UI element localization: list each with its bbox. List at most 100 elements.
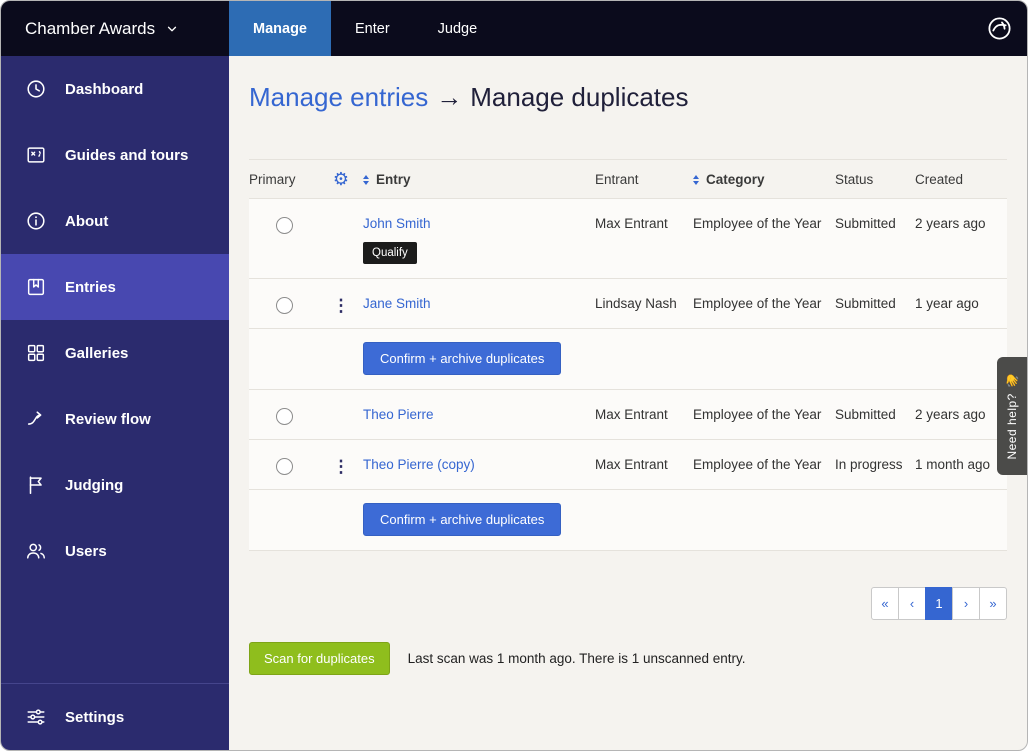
- column-header-primary: Primary: [249, 172, 296, 187]
- entrant-cell: Max Entrant: [595, 406, 668, 422]
- dashboard-icon: [25, 78, 47, 100]
- created-cell: 1 month ago: [915, 456, 991, 472]
- sidebar-item-label: About: [65, 212, 109, 230]
- primary-radio[interactable]: [275, 217, 293, 234]
- sidebar-item-judging[interactable]: Judging: [1, 452, 229, 518]
- pagination-prev[interactable]: ‹: [898, 586, 926, 620]
- breadcrumb-arrow: →: [436, 82, 463, 112]
- sidebar-item-label: Galleries: [65, 344, 129, 362]
- tab-judge[interactable]: Judge: [414, 1, 502, 56]
- created-cell: 2 years ago: [915, 216, 986, 231]
- duplicates-table: Primary ⚙ Entry Entrant Category Status …: [249, 159, 1007, 551]
- status-cell: Submitted: [835, 295, 896, 311]
- need-help-label: Need help?: [1005, 393, 1019, 460]
- category-cell: Employee of the Year: [693, 456, 822, 472]
- sidebar-item-settings[interactable]: Settings: [1, 684, 229, 750]
- sidebar-item-users[interactable]: Users: [1, 518, 229, 584]
- sidebar-item-label: Guides and tours: [65, 146, 189, 164]
- primary-radio[interactable]: [275, 457, 293, 475]
- column-header-status: Status: [835, 172, 874, 187]
- created-cell: 2 years ago: [915, 406, 986, 422]
- table-settings-gear-icon[interactable]: ⚙: [333, 170, 349, 188]
- category-cell: Employee of the Year: [693, 295, 822, 311]
- scan-for-duplicates-button[interactable]: Scan for duplicates: [249, 641, 390, 675]
- entry-link[interactable]: Theo Pierre: [363, 407, 434, 422]
- status-cell: Submitted: [835, 216, 896, 231]
- info-icon: [25, 210, 47, 232]
- grid-icon: [25, 342, 47, 364]
- chevron-down-icon: [167, 26, 177, 31]
- map-icon: [25, 144, 47, 166]
- entry-link[interactable]: John Smith: [363, 216, 431, 231]
- page-title: Manage entries → Manage duplicates: [249, 82, 1007, 113]
- entry-link[interactable]: Theo Pierre (copy): [363, 457, 475, 472]
- flow-arrow-icon: [25, 408, 47, 430]
- sidebar-item-dashboard[interactable]: Dashboard: [1, 56, 229, 122]
- sort-icon: [693, 174, 699, 185]
- pagination-last[interactable]: »: [979, 586, 1007, 620]
- sidebar-item-entries[interactable]: Entries: [1, 254, 229, 320]
- platform-logo-icon[interactable]: [986, 15, 1013, 42]
- pagination-first[interactable]: «: [871, 586, 899, 620]
- wave-emoji-icon: 👋: [1005, 372, 1019, 388]
- sidebar-item-label: Judging: [65, 476, 124, 494]
- row-menu-icon[interactable]: ⋮: [333, 458, 350, 475]
- sidebar-item-label: Entries: [65, 278, 116, 296]
- confirm-archive-button[interactable]: Confirm + archive duplicates: [363, 341, 562, 375]
- brand-menu[interactable]: Chamber Awards: [1, 1, 229, 56]
- column-header-entry[interactable]: Entry: [363, 160, 595, 198]
- app-window: Chamber Awards Manage Enter Judge Dashbo…: [0, 0, 1028, 751]
- entries-award-icon: [25, 276, 47, 298]
- scan-row: Scan for duplicates Last scan was 1 mont…: [249, 641, 1007, 675]
- table-header-row: Primary ⚙ Entry Entrant Category Status …: [249, 160, 1007, 199]
- pagination-next[interactable]: ›: [952, 586, 980, 620]
- sidebar-item-label: Settings: [65, 708, 125, 726]
- main-content: Manage entries → Manage duplicates Primary…: [229, 56, 1027, 750]
- entry-link[interactable]: Jane Smith: [363, 296, 431, 311]
- sidebar: Dashboard Guides and tours About Entries…: [1, 56, 229, 750]
- group-action-row: Confirm + archive duplicates: [249, 489, 1007, 551]
- sidebar-item-label: Users: [65, 542, 107, 560]
- column-header-category[interactable]: Category: [693, 160, 835, 198]
- row-menu-icon[interactable]: ⋮: [333, 297, 350, 314]
- breadcrumb-manage-entries-link[interactable]: Manage entries: [249, 82, 428, 112]
- qualify-badge: Qualify: [363, 241, 417, 264]
- flag-icon: [25, 474, 47, 496]
- tab-enter[interactable]: Enter: [331, 1, 414, 56]
- table-row: ⋮ Jane Smith Lindsay Nash Employee of th…: [249, 278, 1007, 329]
- sidebar-item-review-flow[interactable]: Review flow: [1, 386, 229, 452]
- top-nav: Manage Enter Judge: [229, 1, 501, 56]
- sort-icon: [363, 174, 369, 185]
- table-row: ⋮ Theo Pierre (copy) Max Entrant Employe…: [249, 439, 1007, 490]
- pagination: « ‹ 1 › »: [249, 586, 1007, 620]
- sidebar-nav: Dashboard Guides and tours About Entries…: [1, 56, 229, 683]
- status-cell: Submitted: [835, 406, 896, 422]
- primary-radio[interactable]: [275, 296, 293, 314]
- scan-status-text: Last scan was 1 month ago. There is 1 un…: [407, 650, 746, 666]
- table-row: Theo Pierre Max Entrant Employee of the …: [249, 389, 1007, 440]
- pagination-page-1[interactable]: 1: [925, 586, 953, 620]
- brand-title: Chamber Awards: [25, 18, 156, 38]
- created-cell: 1 year ago: [915, 295, 979, 311]
- entrant-cell: Max Entrant: [595, 456, 668, 472]
- sidebar-item-label: Review flow: [65, 410, 151, 428]
- status-cell: In progress: [835, 456, 903, 472]
- sidebar-item-label: Dashboard: [65, 80, 144, 98]
- sidebar-item-guides[interactable]: Guides and tours: [1, 122, 229, 188]
- category-cell: Employee of the Year: [693, 406, 822, 422]
- category-cell: Employee of the Year: [693, 216, 822, 231]
- entrant-cell: Lindsay Nash: [595, 295, 677, 311]
- column-header-entrant: Entrant: [595, 172, 639, 187]
- confirm-archive-button[interactable]: Confirm + archive duplicates: [363, 502, 562, 536]
- tab-manage[interactable]: Manage: [229, 1, 331, 56]
- need-help-tab[interactable]: Need help? 👋: [997, 357, 1027, 475]
- primary-radio[interactable]: [275, 407, 293, 425]
- column-header-created: Created: [915, 172, 964, 187]
- sidebar-item-galleries[interactable]: Galleries: [1, 320, 229, 386]
- entrant-cell: Max Entrant: [595, 216, 668, 231]
- table-row: John Smith Qualify Max Entrant Employee …: [249, 199, 1007, 279]
- sliders-icon: [25, 706, 47, 728]
- breadcrumb-current: Manage duplicates: [470, 82, 689, 112]
- sidebar-item-about[interactable]: About: [1, 188, 229, 254]
- topbar: Chamber Awards Manage Enter Judge: [1, 1, 1027, 56]
